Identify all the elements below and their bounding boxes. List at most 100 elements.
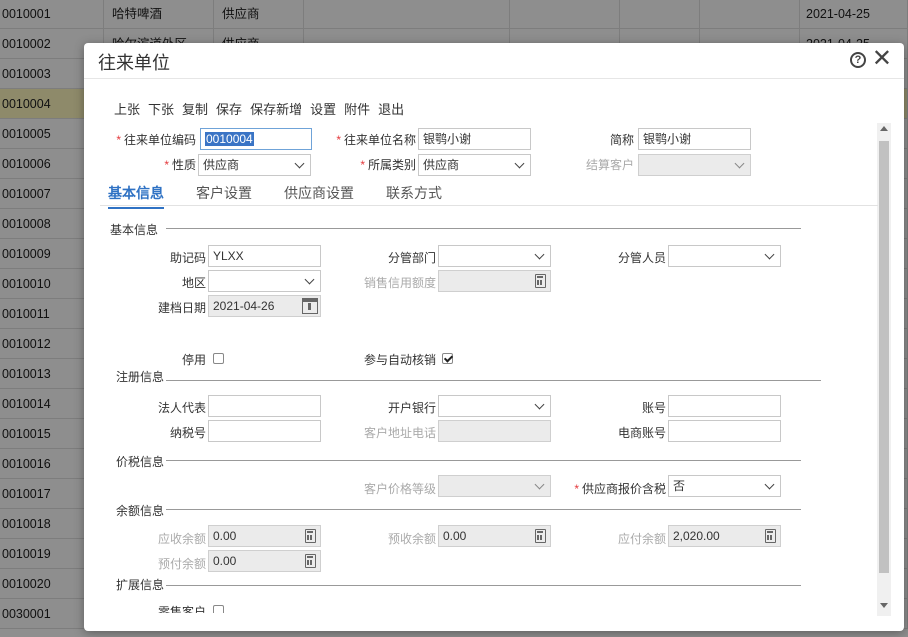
- section-extended-divider: [166, 585, 801, 586]
- chevron-down-icon: [514, 158, 525, 169]
- staff-label: 分管人员: [617, 251, 666, 265]
- prereceived-balance-input[interactable]: 0.00: [438, 525, 551, 547]
- legal-rep-label: 法人代表: [157, 401, 206, 415]
- section-basic-divider: [166, 228, 801, 229]
- extended-clip: 零售客户: [84, 603, 874, 613]
- chevron-down-icon: [764, 479, 775, 490]
- next-button[interactable]: 下张: [148, 99, 174, 118]
- department-select[interactable]: [438, 245, 551, 267]
- bg-name-cell: 哈特啤酒: [104, 0, 214, 29]
- section-registration-divider: [166, 380, 821, 381]
- partner-name-input[interactable]: 银鹗小谢: [418, 128, 531, 150]
- price-level-select[interactable]: [438, 475, 551, 497]
- partner-name-label: * 往来单位名称: [336, 133, 416, 147]
- prepaid-balance-input[interactable]: 0.00: [208, 550, 321, 572]
- copy-button[interactable]: 复制: [182, 99, 208, 118]
- calculator-icon[interactable]: [305, 529, 316, 543]
- retail-customer-checkbox[interactable]: [213, 605, 224, 613]
- mnemonic-label: 助记码: [169, 251, 206, 265]
- save-button[interactable]: 保存: [216, 99, 242, 118]
- settings-button[interactable]: 设置: [310, 99, 336, 118]
- calculator-icon[interactable]: [305, 554, 316, 568]
- chevron-down-icon: [534, 479, 545, 490]
- scrollbar-thumb[interactable]: [879, 141, 889, 573]
- bg-empty-cell: [510, 0, 620, 29]
- receivable-balance-input[interactable]: 0.00: [208, 525, 321, 547]
- section-pricing-divider: [166, 460, 801, 461]
- short-name-label: 简称: [609, 133, 634, 147]
- scroll-down-icon[interactable]: [880, 603, 888, 608]
- section-pricing-title: 价税信息: [116, 455, 165, 469]
- ecommerce-account-label: 电商账号: [617, 426, 666, 440]
- retail-customer-label: 零售客户: [157, 605, 206, 613]
- region-select[interactable]: [208, 270, 321, 292]
- section-registration-title: 注册信息: [116, 370, 165, 384]
- scroll-up-icon[interactable]: [880, 126, 888, 131]
- calculator-icon[interactable]: [765, 529, 776, 543]
- account-input[interactable]: [668, 395, 781, 417]
- partner-code-label: * 往来单位编码: [116, 133, 196, 147]
- close-icon[interactable]: ✕: [872, 46, 892, 72]
- supplier-tax-included-select[interactable]: 否: [668, 475, 781, 497]
- section-balance-title: 余额信息: [116, 504, 165, 518]
- tax-id-label: 纳税号: [169, 426, 206, 440]
- nature-select[interactable]: 供应商: [198, 154, 311, 176]
- partner-code-input[interactable]: 0010004: [200, 128, 312, 150]
- chevron-down-icon: [304, 274, 315, 285]
- nature-label: * 性质: [164, 158, 196, 172]
- tabs-divider: [100, 205, 878, 206]
- calculator-icon[interactable]: [535, 274, 546, 288]
- staff-select[interactable]: [668, 245, 781, 267]
- short-name-input[interactable]: 银鹗小谢: [638, 128, 751, 150]
- auto-verify-checkbox[interactable]: [442, 353, 453, 364]
- disabled-label: 停用: [181, 353, 206, 367]
- account-label: 账号: [641, 401, 666, 415]
- auto-verify-label: 参与自动核销: [363, 353, 436, 367]
- bank-select[interactable]: [438, 395, 551, 417]
- supplier-tax-included-label: * 供应商报价含税: [574, 482, 666, 496]
- calendar-icon[interactable]: [302, 298, 318, 314]
- prev-button[interactable]: 上张: [114, 99, 140, 118]
- toolbar: 上张 下张 复制 保存 保存新增 设置 附件 退出: [114, 99, 404, 118]
- chevron-down-icon: [534, 399, 545, 410]
- created-date-label: 建档日期: [157, 301, 206, 315]
- region-label: 地区: [181, 276, 206, 290]
- category-label: * 所属类别: [360, 158, 416, 172]
- chevron-down-icon: [534, 249, 545, 260]
- price-level-label: 客户价格等级: [363, 482, 436, 496]
- chevron-down-icon: [734, 158, 745, 169]
- mnemonic-input[interactable]: YLXX: [208, 245, 321, 267]
- help-icon[interactable]: ?: [850, 52, 866, 68]
- bank-label: 开户银行: [387, 401, 436, 415]
- address-phone-label: 客户地址电话: [363, 426, 436, 440]
- created-date-input[interactable]: 2021-04-26: [208, 295, 321, 317]
- ecommerce-account-input[interactable]: [668, 420, 781, 442]
- save-new-button[interactable]: 保存新增: [250, 99, 302, 118]
- section-basic-title: 基本信息: [110, 223, 159, 237]
- disabled-checkbox[interactable]: [213, 353, 224, 364]
- payable-balance-label: 应付余额: [617, 532, 666, 546]
- credit-limit-input[interactable]: [438, 270, 551, 292]
- section-balance-divider: [166, 509, 801, 510]
- receivable-balance-label: 应收余额: [157, 532, 206, 546]
- table-row[interactable]: 0010001 哈特啤酒 供应商 2021-04-25: [0, 0, 908, 29]
- bg-date-cell: 2021-04-25: [800, 0, 908, 29]
- bg-type-cell: 供应商: [214, 0, 304, 29]
- bg-code-cell: 0010001: [0, 0, 104, 29]
- bg-empty-cell: [700, 0, 800, 29]
- settlement-customer-select[interactable]: [638, 154, 751, 176]
- attachment-button[interactable]: 附件: [344, 99, 370, 118]
- settlement-customer-label: 结算客户: [585, 158, 634, 172]
- credit-limit-label: 销售信用额度: [363, 276, 436, 290]
- legal-rep-input[interactable]: [208, 395, 321, 417]
- payable-balance-input[interactable]: 2,020.00: [668, 525, 781, 547]
- category-select[interactable]: 供应商: [418, 154, 531, 176]
- exit-button[interactable]: 退出: [378, 99, 404, 118]
- address-phone-input[interactable]: [438, 420, 551, 442]
- calculator-icon[interactable]: [535, 529, 546, 543]
- prereceived-balance-label: 预收余额: [387, 532, 436, 546]
- chevron-down-icon: [294, 158, 305, 169]
- department-label: 分管部门: [387, 251, 436, 265]
- section-extended-title: 扩展信息: [116, 578, 165, 592]
- tax-id-input[interactable]: [208, 420, 321, 442]
